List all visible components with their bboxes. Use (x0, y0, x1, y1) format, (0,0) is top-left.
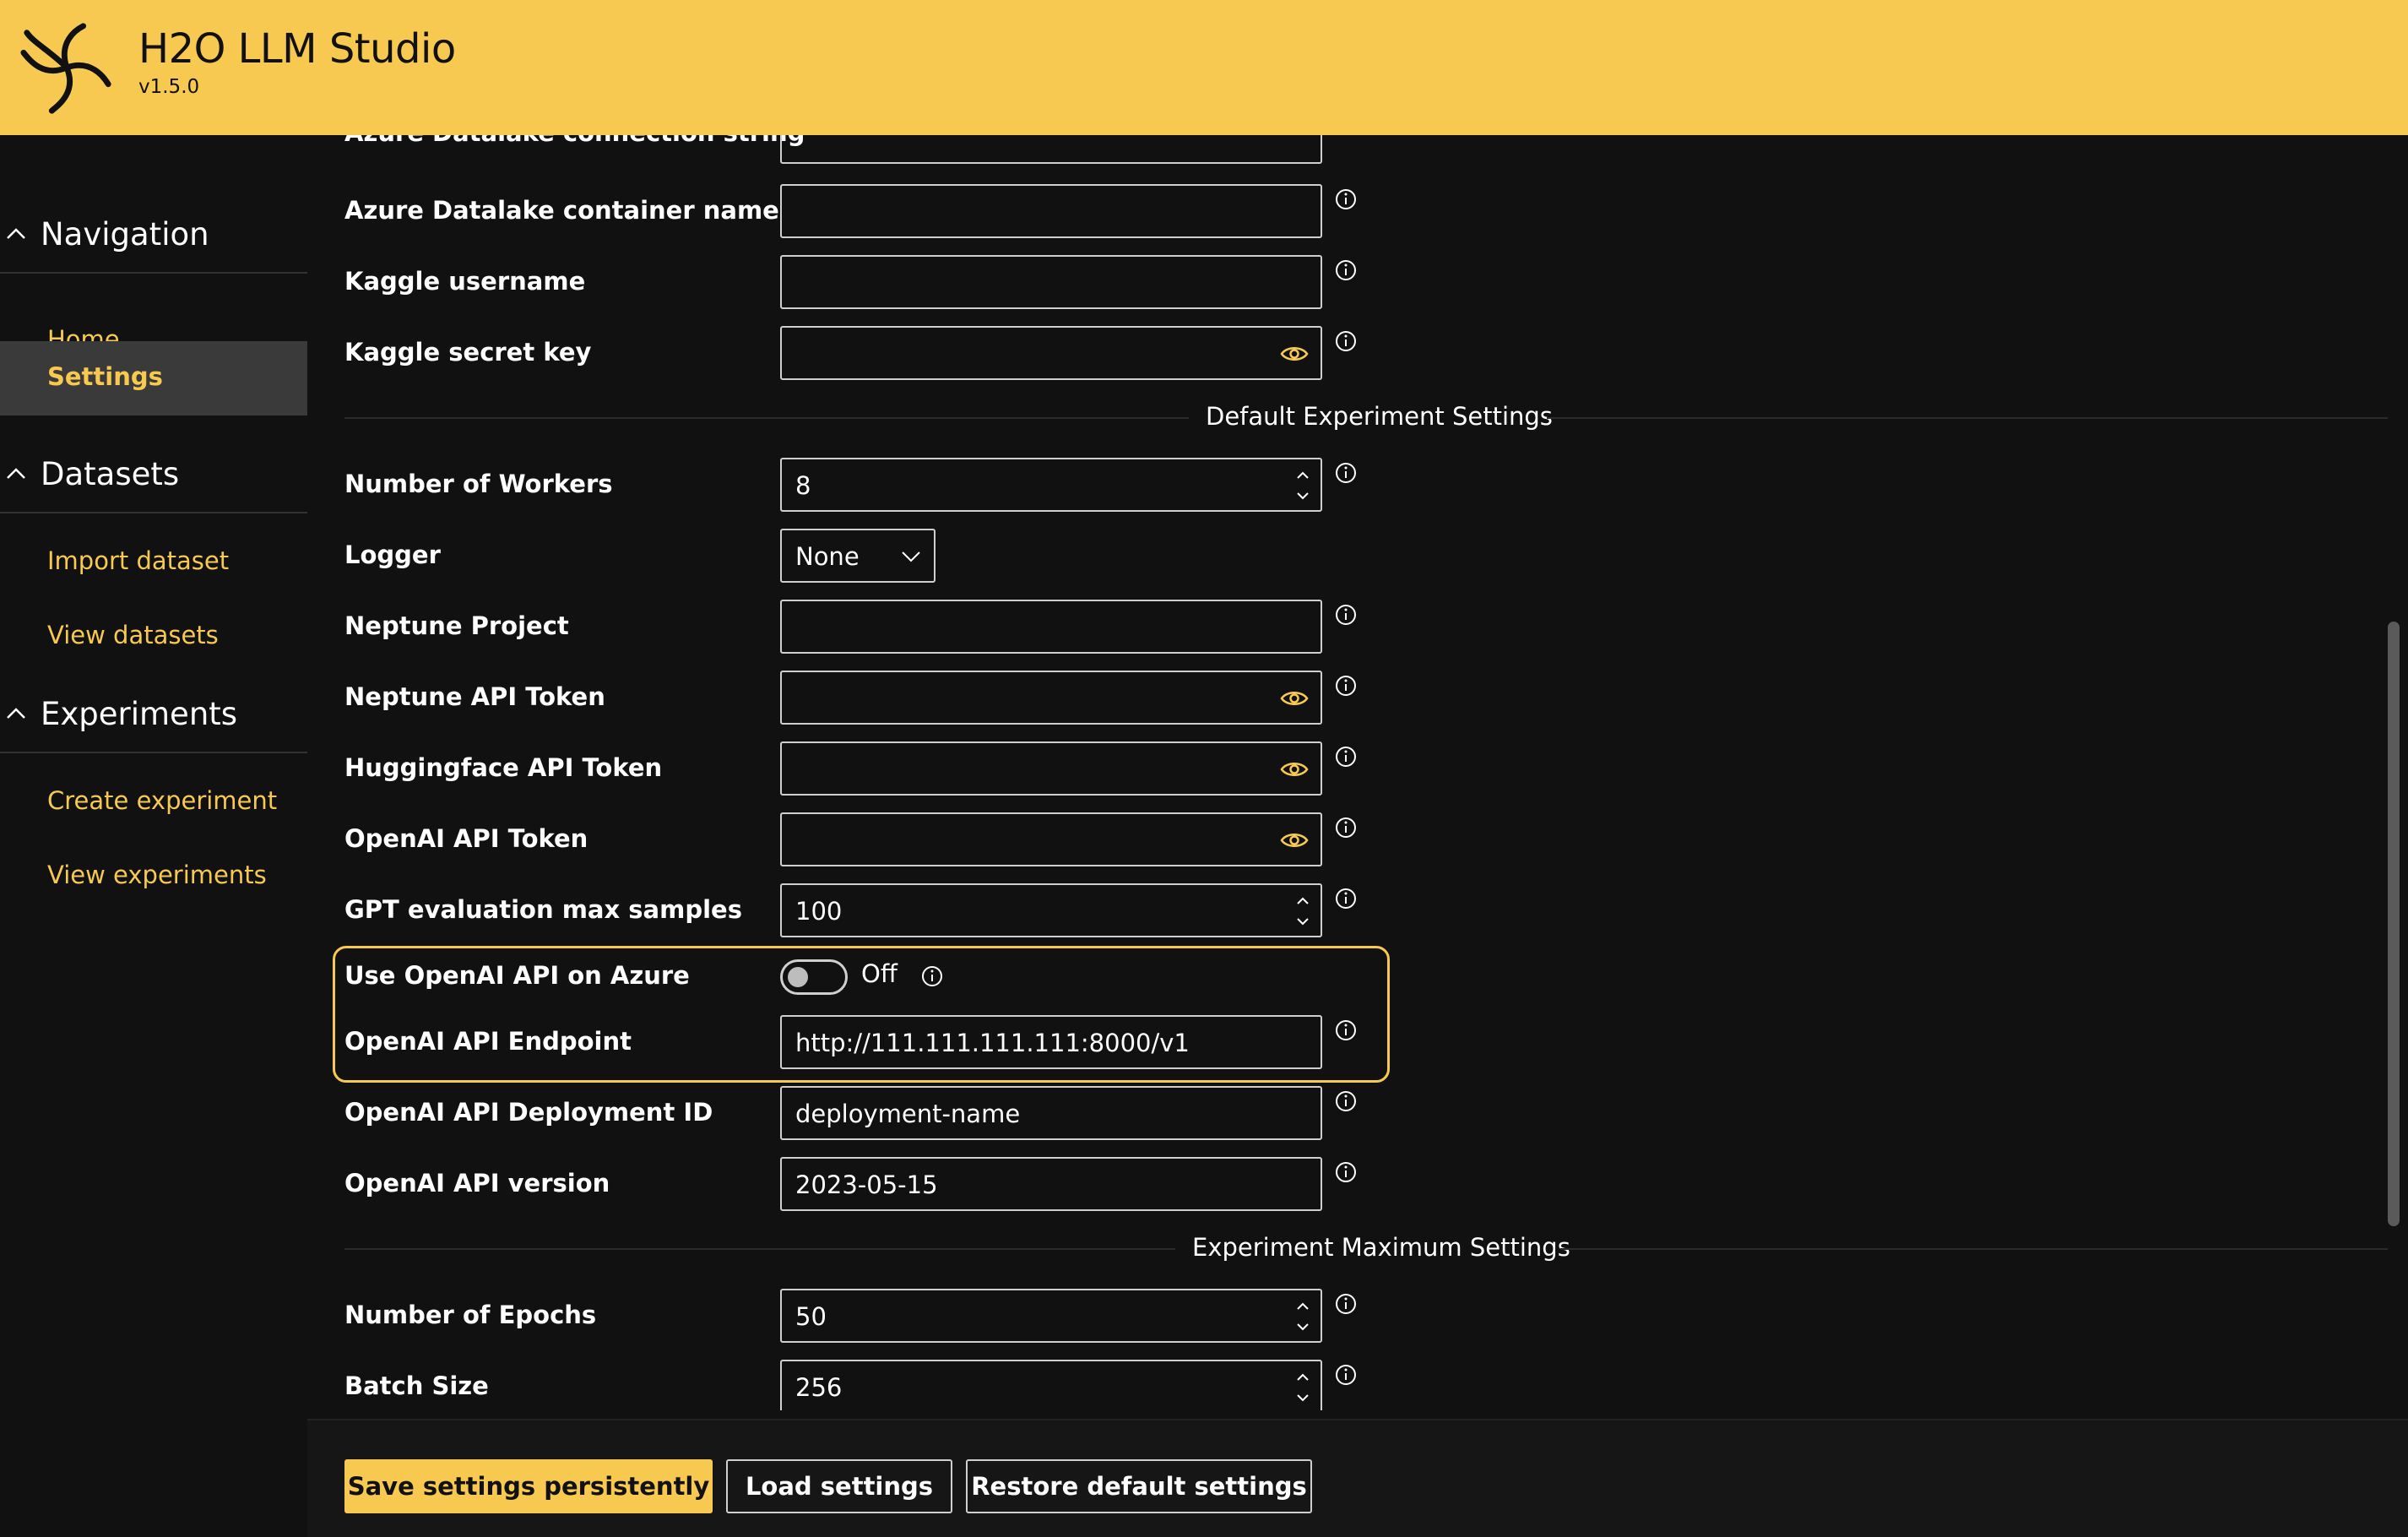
neptune-api-token-input[interactable] (780, 671, 1322, 725)
spinner-arrows-icon[interactable] (1293, 888, 1312, 932)
nav-group-label: Datasets (41, 456, 180, 492)
scrollbar-thumb[interactable] (2388, 622, 2400, 1226)
info-icon[interactable] (1334, 329, 1358, 353)
eye-icon[interactable] (1280, 689, 1309, 708)
nav-group-navigation[interactable]: Navigation (0, 189, 307, 274)
sidebar-item-create-experiment[interactable]: Create experiment (0, 765, 307, 839)
setting-label: Kaggle username (344, 267, 586, 296)
nav-group-label: Experiments (41, 696, 238, 732)
info-icon[interactable] (1334, 1018, 1358, 1042)
setting-label: Azure Datalake connection string (344, 135, 805, 147)
openai-api-endpoint-input[interactable]: http://111.111.111.111:8000/v1 (780, 1015, 1322, 1069)
kaggle-username-input[interactable] (780, 255, 1322, 309)
number-of-epochs-spinner[interactable]: 50 (780, 1289, 1322, 1343)
sidebar-item-view-experiments[interactable]: View experiments (0, 839, 307, 914)
app-header: H2O LLM Studio v1.5.0 (0, 0, 2408, 135)
setting-label: Logger (344, 540, 441, 569)
openai-api-token-input[interactable] (780, 812, 1322, 866)
info-icon[interactable] (1334, 1292, 1358, 1316)
number-of-workers-spinner[interactable]: 8 (780, 458, 1322, 512)
app-version: v1.5.0 (138, 76, 200, 98)
load-settings-button[interactable]: Load settings (726, 1459, 952, 1513)
divider (0, 752, 307, 753)
setting-label: Azure Datalake container name (344, 196, 779, 225)
use-openai-azure-toggle[interactable] (780, 959, 848, 995)
info-icon[interactable] (1334, 674, 1358, 698)
divider (0, 512, 307, 513)
content-scrollbar[interactable] (2386, 147, 2401, 1402)
huggingface-api-token-input[interactable] (780, 741, 1322, 796)
azure-container-name-input[interactable] (780, 184, 1322, 238)
info-icon[interactable] (1334, 1160, 1358, 1184)
sidebar-item-label: Create experiment (47, 786, 278, 815)
app-title: H2O LLM Studio (138, 25, 456, 73)
gpt-evaluation-max-samples-spinner[interactable]: 100 (780, 883, 1322, 937)
chevron-up-icon (7, 228, 25, 239)
setting-label: Use OpenAI API on Azure (344, 961, 690, 990)
setting-label: OpenAI API Endpoint (344, 1027, 632, 1056)
setting-label: Number of Epochs (344, 1301, 597, 1329)
nav-group-datasets[interactable]: Datasets (0, 429, 307, 513)
neptune-project-input[interactable] (780, 600, 1322, 654)
h2o-logo-icon (20, 23, 111, 114)
toggle-knob (788, 967, 808, 987)
sidebar-item-label: View datasets (47, 621, 219, 649)
setting-label: OpenAI API Token (344, 824, 588, 853)
setting-label: OpenAI API Deployment ID (344, 1098, 713, 1127)
sidebar-item-settings[interactable]: Settings (0, 341, 307, 415)
batch-size-spinner[interactable]: 256 (780, 1360, 1322, 1410)
eye-icon[interactable] (1280, 760, 1309, 779)
nav-group-label: Navigation (41, 216, 209, 253)
logger-select[interactable]: None (780, 529, 936, 583)
info-icon[interactable] (1334, 258, 1358, 282)
eye-icon[interactable] (1280, 831, 1309, 850)
sidebar-item-view-datasets[interactable]: View datasets (0, 600, 307, 674)
save-settings-button[interactable]: Save settings persistently (344, 1459, 713, 1513)
setting-label: Kaggle secret key (344, 338, 592, 367)
info-icon[interactable] (1334, 1089, 1358, 1113)
section-experiment-maximum-settings: Experiment Maximum Settings (344, 1231, 2388, 1265)
setting-label: Number of Workers (344, 470, 613, 498)
spinner-arrows-icon[interactable] (1293, 1294, 1312, 1338)
info-icon[interactable] (1334, 187, 1358, 211)
info-icon[interactable] (1334, 603, 1358, 627)
settings-panel: Azure Datalake connection string Azure D… (319, 135, 2396, 1410)
azure-connection-string-field[interactable] (780, 135, 1322, 164)
setting-label: OpenAI API version (344, 1169, 610, 1198)
section-title: Experiment Maximum Settings (1192, 1233, 1570, 1262)
info-icon[interactable] (1334, 887, 1358, 910)
nav-group-experiments[interactable]: Experiments (0, 669, 307, 753)
divider (0, 272, 307, 274)
sidebar: Navigation Home Settings Datasets Import… (0, 135, 307, 1537)
chevron-up-icon (7, 708, 25, 719)
sidebar-item-label: Settings (47, 362, 163, 391)
setting-label: Neptune Project (344, 611, 569, 640)
kaggle-secret-key-input[interactable] (780, 326, 1322, 380)
openai-api-deployment-id-input[interactable]: deployment-name (780, 1086, 1322, 1140)
chevron-down-icon (902, 551, 920, 562)
toggle-state: Off (861, 959, 898, 988)
info-icon[interactable] (920, 964, 944, 988)
setting-label: Neptune API Token (344, 682, 605, 711)
section-default-experiment-settings: Default Experiment Settings (344, 400, 2388, 434)
sidebar-item-import-dataset[interactable]: Import dataset (0, 525, 307, 600)
eye-icon[interactable] (1280, 345, 1309, 363)
info-icon[interactable] (1334, 461, 1358, 485)
info-icon[interactable] (1334, 816, 1358, 839)
setting-label: GPT evaluation max samples (344, 895, 742, 924)
footer-actions: Save settings persistently Load settings… (307, 1419, 2408, 1537)
setting-label: Huggingface API Token (344, 753, 663, 782)
setting-label: Batch Size (344, 1371, 489, 1400)
info-icon[interactable] (1334, 745, 1358, 768)
restore-default-settings-button[interactable]: Restore default settings (966, 1459, 1312, 1513)
info-icon[interactable] (1334, 1363, 1358, 1387)
spinner-arrows-icon[interactable] (1293, 1365, 1312, 1409)
chevron-up-icon (7, 468, 25, 479)
openai-api-version-input[interactable]: 2023-05-15 (780, 1157, 1322, 1211)
sidebar-item-label: Import dataset (47, 546, 230, 575)
section-title: Default Experiment Settings (1206, 402, 1553, 431)
sidebar-item-label: View experiments (47, 861, 267, 889)
spinner-arrows-icon[interactable] (1293, 463, 1312, 507)
